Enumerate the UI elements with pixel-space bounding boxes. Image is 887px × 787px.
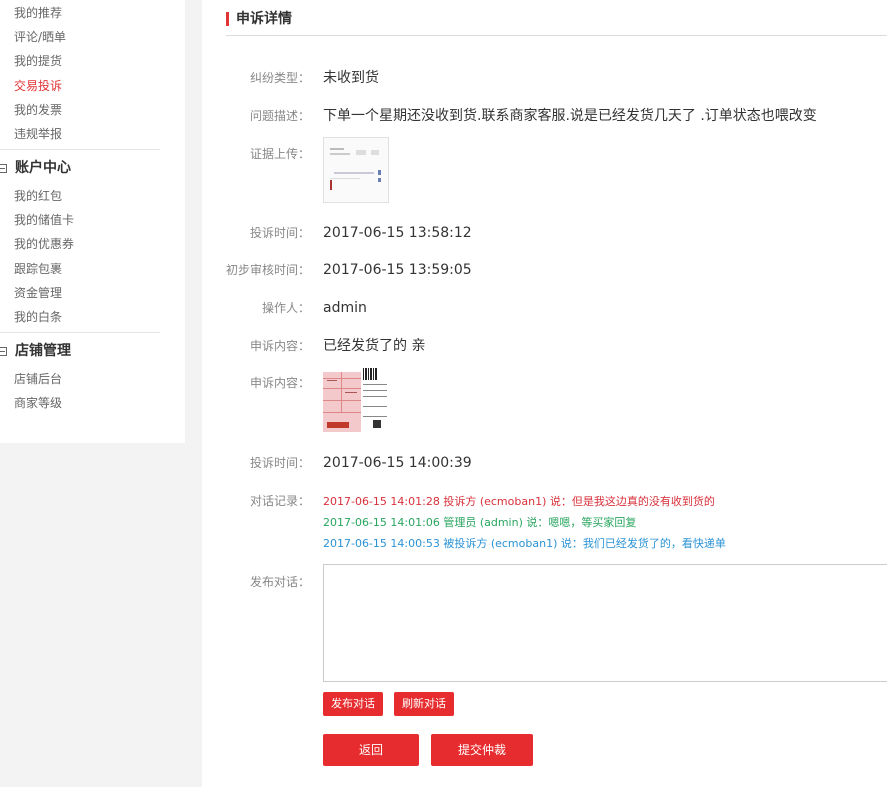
dialog-entry-respondent: 2017-06-15 14:00:53 被投诉方 (ecmoban1) 说：我们…	[323, 537, 726, 550]
submit-arbitration-button[interactable]: 提交仲裁	[431, 734, 533, 766]
appeal-content-label: 申诉内容：	[249, 339, 310, 353]
operator-label: 操作人：	[261, 301, 310, 315]
appeal-time-label: 投诉时间：	[249, 456, 310, 470]
sidebar-heading-shop: 店铺管理	[0, 343, 71, 359]
appeal-content-value: 已经发货了的 亲	[323, 338, 426, 354]
post-dialog-button[interactable]: 发布对话	[323, 692, 383, 716]
refresh-dialog-button[interactable]: 刷新对话	[394, 692, 454, 716]
review-time-value: 2017-06-15 13:59:05	[323, 262, 472, 278]
complaint-time-label: 投诉时间：	[249, 226, 310, 240]
sidebar-heading-account: 账户中心	[0, 160, 71, 176]
dialog-textarea[interactable]	[323, 564, 887, 682]
sidebar-item-report[interactable]: 违规举报	[14, 127, 62, 141]
sidebar-divider	[0, 149, 160, 150]
main-panel: 申诉详情 纠纷类型： 未收到货 问题描述： 下单一个星期还没收到货.联系商家客服…	[202, 0, 887, 787]
sidebar-item-recommend[interactable]: 我的推荐	[14, 6, 62, 20]
description-label: 问题描述：	[249, 109, 310, 123]
appeal-image-label: 申诉内容：	[249, 376, 310, 390]
sidebar: 我的推荐 评论/晒单 我的提货 交易投诉 我的发票 违规举报 账户中心 我的红包…	[0, 0, 185, 443]
title-divider	[226, 35, 887, 36]
post-dialog-label: 发布对话：	[249, 575, 310, 589]
sidebar-item-redpacket[interactable]: 我的红包	[14, 189, 62, 203]
dialog-entry-admin: 2017-06-15 14:01:06 管理员 (admin) 说：嗯嗯，等买家…	[323, 516, 637, 529]
sidebar-divider	[0, 332, 160, 333]
evidence-image	[324, 138, 388, 202]
back-button[interactable]: 返回	[323, 734, 419, 766]
sidebar-item-baitiao[interactable]: 我的白条	[14, 310, 62, 324]
waybill-image	[323, 366, 389, 432]
dispute-type-value: 未收到货	[323, 70, 379, 86]
sidebar-item-pickup[interactable]: 我的提货	[14, 54, 62, 68]
collapse-icon[interactable]	[0, 346, 7, 356]
sidebar-item-storedcard[interactable]: 我的储值卡	[14, 213, 74, 227]
appeal-image-thumbnail[interactable]	[323, 366, 389, 432]
evidence-label: 证据上传：	[249, 147, 310, 161]
sidebar-item-funds[interactable]: 资金管理	[14, 286, 62, 300]
page-title: 申诉详情	[226, 11, 292, 27]
sidebar-item-complaints[interactable]: 交易投诉	[14, 79, 62, 93]
evidence-thumbnail[interactable]	[323, 137, 389, 203]
dispute-type-label: 纠纷类型：	[249, 71, 310, 85]
collapse-icon[interactable]	[0, 163, 7, 173]
dialog-label: 对话记录：	[249, 494, 310, 508]
sidebar-item-shop-admin[interactable]: 店铺后台	[14, 372, 62, 386]
operator-value: admin	[323, 300, 367, 316]
description-value: 下单一个星期还没收到货.联系商家客服.说是已经发货几天了 .订单状态也喂改变	[323, 108, 817, 124]
sidebar-item-invoice[interactable]: 我的发票	[14, 103, 62, 117]
sidebar-item-tracking[interactable]: 跟踪包裹	[14, 262, 62, 276]
sidebar-item-reviews[interactable]: 评论/晒单	[14, 30, 66, 44]
sidebar-item-merchant-level[interactable]: 商家等级	[14, 396, 62, 410]
complaint-time-value: 2017-06-15 13:58:12	[323, 225, 472, 241]
review-time-label: 初步审核时间：	[225, 263, 310, 277]
sidebar-item-coupons[interactable]: 我的优惠券	[14, 237, 74, 251]
appeal-time-value: 2017-06-15 14:00:39	[323, 455, 472, 471]
dialog-entry-complainant: 2017-06-15 14:01:28 投诉方 (ecmoban1) 说：但是我…	[323, 495, 715, 508]
